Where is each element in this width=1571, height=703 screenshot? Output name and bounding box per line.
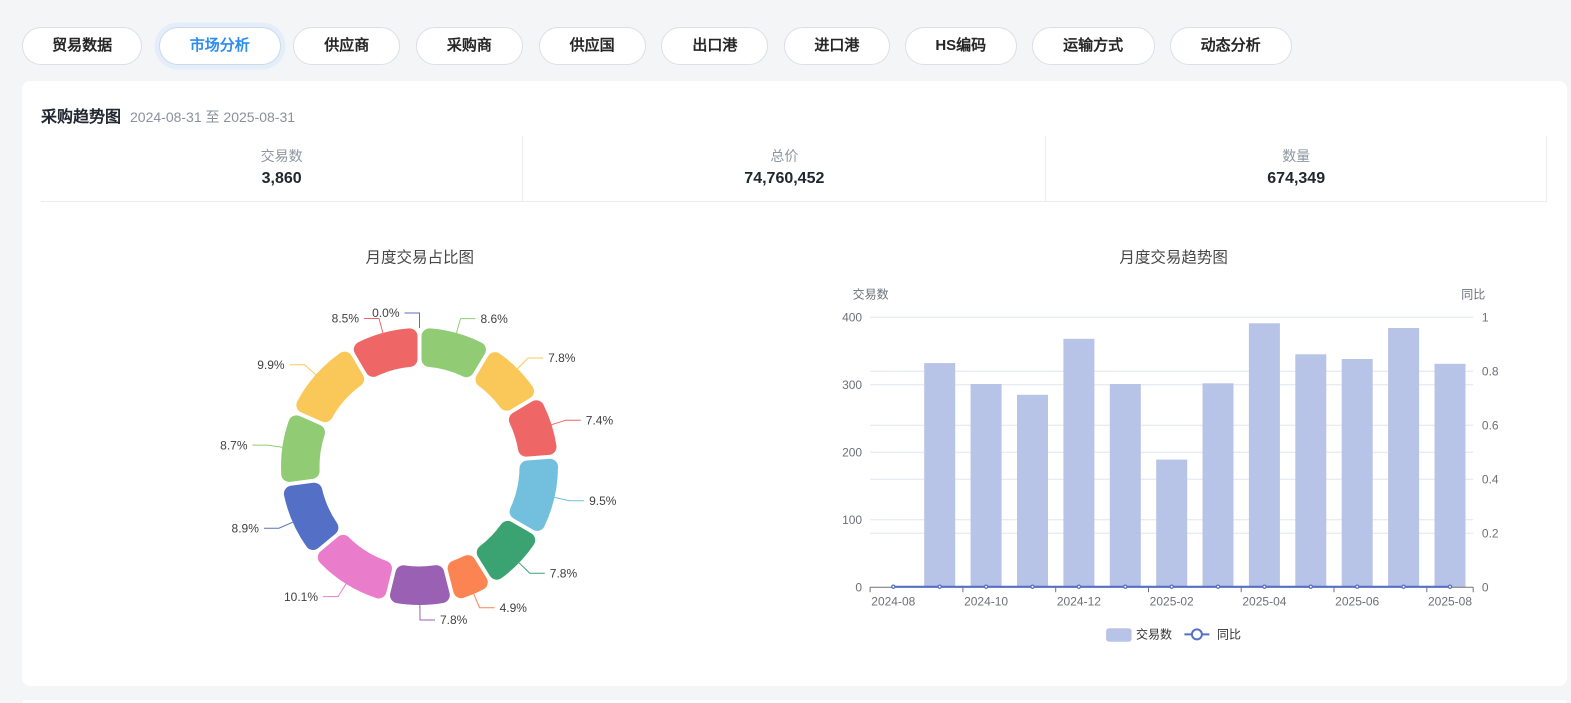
svg-text:2024-10: 2024-10: [964, 595, 1008, 609]
svg-text:300: 300: [842, 378, 862, 392]
svg-text:8.9%: 8.9%: [232, 521, 260, 535]
svg-text:0.6: 0.6: [1482, 418, 1499, 432]
svg-text:9.5%: 9.5%: [589, 494, 617, 508]
svg-text:7.8%: 7.8%: [548, 351, 576, 365]
svg-text:2025-06: 2025-06: [1335, 595, 1379, 609]
svg-text:7.8%: 7.8%: [550, 566, 578, 580]
svg-text:8.5%: 8.5%: [332, 312, 360, 326]
svg-text:交易数: 交易数: [853, 287, 889, 302]
svg-text:2025-08: 2025-08: [1428, 595, 1472, 609]
svg-text:7.4%: 7.4%: [586, 413, 614, 427]
svg-text:8.6%: 8.6%: [481, 312, 509, 326]
svg-text:8.7%: 8.7%: [220, 438, 248, 452]
svg-text:月度交易趋势图: 月度交易趋势图: [1119, 249, 1228, 267]
svg-text:9.9%: 9.9%: [257, 358, 285, 372]
svg-text:0.8: 0.8: [1482, 364, 1499, 378]
svg-text:2024-12: 2024-12: [1057, 595, 1101, 609]
svg-text:月度交易占比图: 月度交易占比图: [365, 249, 474, 267]
svg-text:400: 400: [842, 310, 862, 324]
svg-text:4.9%: 4.9%: [500, 601, 528, 615]
svg-text:0: 0: [855, 580, 862, 594]
svg-text:0.2: 0.2: [1482, 526, 1499, 540]
svg-text:2025-02: 2025-02: [1150, 595, 1194, 609]
svg-text:交易数: 交易数: [1136, 627, 1172, 642]
svg-text:2025-04: 2025-04: [1242, 595, 1286, 609]
svg-text:同比: 同比: [1461, 288, 1485, 302]
svg-text:10.1%: 10.1%: [284, 590, 318, 604]
svg-text:100: 100: [842, 513, 862, 527]
svg-text:0.4: 0.4: [1482, 472, 1499, 486]
svg-text:200: 200: [842, 445, 862, 459]
svg-text:0: 0: [1482, 580, 1489, 594]
svg-text:2024-08: 2024-08: [871, 595, 915, 609]
svg-text:同比: 同比: [1217, 628, 1241, 642]
svg-text:1: 1: [1482, 310, 1489, 324]
svg-text:7.8%: 7.8%: [440, 613, 468, 627]
